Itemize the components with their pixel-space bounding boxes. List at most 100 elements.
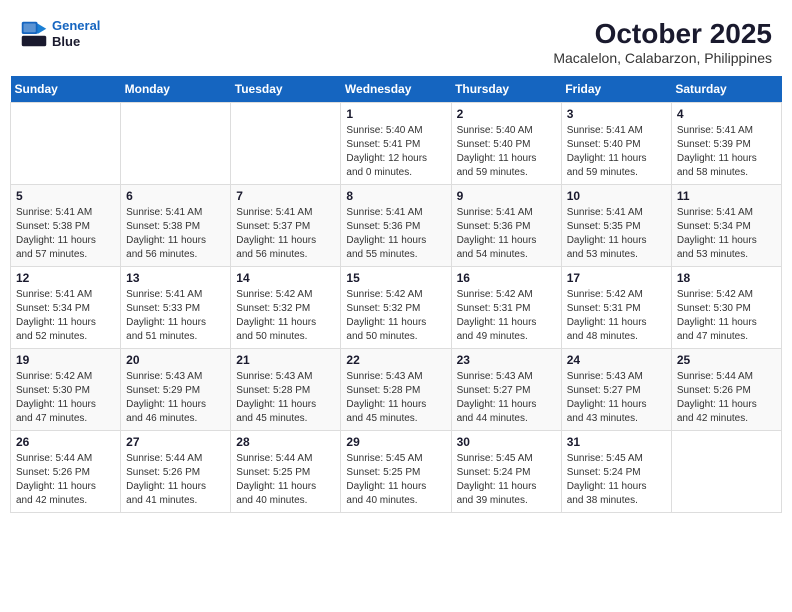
calendar-cell: 22Sunrise: 5:43 AM Sunset: 5:28 PM Dayli… xyxy=(341,349,451,431)
week-row-2: 5 Sunrise: 5:41 AM Sunset: 5:38 PM Daylig… xyxy=(11,185,782,267)
calendar-cell xyxy=(671,431,781,513)
day-number: 28 xyxy=(236,435,335,449)
day-number: 25 xyxy=(677,353,776,367)
day-info: Sunrise: 5:42 AM Sunset: 5:30 PM Dayligh… xyxy=(16,370,115,426)
calendar-cell: 10 Sunrise: 5:41 AM Sunset: 5:35 PM Dayli… xyxy=(561,185,671,267)
title-area: October 2025 Macalelon, Calabarzon, Phil… xyxy=(553,18,772,66)
day-info: Sunrise: 5:45 AM Sunset: 5:24 PM Dayligh… xyxy=(567,452,666,508)
weekday-sunday: Sunday xyxy=(11,76,121,103)
day-number: 1 xyxy=(346,107,445,121)
day-number: 19 xyxy=(16,353,115,367)
day-info: Sunrise: 5:44 AM Sunset: 5:25 PM Dayligh… xyxy=(236,452,335,508)
calendar-cell: 12Sunrise: 5:41 AM Sunset: 5:34 PM Dayli… xyxy=(11,267,121,349)
calendar-cell: 8 Sunrise: 5:41 AM Sunset: 5:36 PM Daylig… xyxy=(341,185,451,267)
day-info: Sunrise: 5:41 AM Sunset: 5:38 PM Dayligh… xyxy=(126,206,225,262)
calendar-cell: 16 Sunrise: 5:42 AM Sunset: 5:31 PM Dayli… xyxy=(451,267,561,349)
day-info: Sunrise: 5:42 AM Sunset: 5:32 PM Dayligh… xyxy=(346,288,445,344)
logo-text: General Blue xyxy=(52,18,100,49)
calendar-cell: 31 Sunrise: 5:45 AM Sunset: 5:24 PM Dayli… xyxy=(561,431,671,513)
calendar-cell: 29Sunrise: 5:45 AM Sunset: 5:25 PM Dayli… xyxy=(341,431,451,513)
day-info: Sunrise: 5:43 AM Sunset: 5:29 PM Dayligh… xyxy=(126,370,225,426)
day-info: Sunrise: 5:41 AM Sunset: 5:37 PM Dayligh… xyxy=(236,206,335,262)
calendar-cell: 24Sunrise: 5:43 AM Sunset: 5:27 PM Dayli… xyxy=(561,349,671,431)
day-info: Sunrise: 5:41 AM Sunset: 5:39 PM Dayligh… xyxy=(677,124,776,180)
week-row-1: 1 Sunrise: 5:40 AM Sunset: 5:41 PM Daylig… xyxy=(11,103,782,185)
calendar-cell: 5 Sunrise: 5:41 AM Sunset: 5:38 PM Daylig… xyxy=(11,185,121,267)
calendar-cell: 1 Sunrise: 5:40 AM Sunset: 5:41 PM Daylig… xyxy=(341,103,451,185)
day-number: 15 xyxy=(346,271,445,285)
calendar-cell: 30 Sunrise: 5:45 AM Sunset: 5:24 PM Dayli… xyxy=(451,431,561,513)
calendar-cell: 11 Sunrise: 5:41 AM Sunset: 5:34 PM Dayli… xyxy=(671,185,781,267)
day-info: Sunrise: 5:40 AM Sunset: 5:41 PM Dayligh… xyxy=(346,124,445,180)
day-info: Sunrise: 5:44 AM Sunset: 5:26 PM Dayligh… xyxy=(16,452,115,508)
day-info: Sunrise: 5:43 AM Sunset: 5:27 PM Dayligh… xyxy=(567,370,666,426)
week-row-4: 19 Sunrise: 5:42 AM Sunset: 5:30 PM Dayli… xyxy=(11,349,782,431)
calendar-cell: 26 Sunrise: 5:44 AM Sunset: 5:26 PM Dayli… xyxy=(11,431,121,513)
day-info: Sunrise: 5:41 AM Sunset: 5:34 PM Dayligh… xyxy=(677,206,776,262)
day-number: 26 xyxy=(16,435,115,449)
day-number: 18 xyxy=(677,271,776,285)
day-number: 3 xyxy=(567,107,666,121)
month-title: October 2025 xyxy=(553,18,772,50)
day-info: Sunrise: 5:42 AM Sunset: 5:31 PM Dayligh… xyxy=(457,288,556,344)
calendar-cell: 15 Sunrise: 5:42 AM Sunset: 5:32 PM Dayli… xyxy=(341,267,451,349)
day-number: 22 xyxy=(346,353,445,367)
calendar-cell: 4Sunrise: 5:41 AM Sunset: 5:39 PM Daylig… xyxy=(671,103,781,185)
day-number: 31 xyxy=(567,435,666,449)
day-info: Sunrise: 5:41 AM Sunset: 5:35 PM Dayligh… xyxy=(567,206,666,262)
weekday-monday: Monday xyxy=(121,76,231,103)
day-info: Sunrise: 5:45 AM Sunset: 5:25 PM Dayligh… xyxy=(346,452,445,508)
day-number: 27 xyxy=(126,435,225,449)
day-number: 11 xyxy=(677,189,776,203)
day-info: Sunrise: 5:43 AM Sunset: 5:28 PM Dayligh… xyxy=(236,370,335,426)
day-number: 20 xyxy=(126,353,225,367)
day-number: 30 xyxy=(457,435,556,449)
weekday-tuesday: Tuesday xyxy=(231,76,341,103)
calendar-cell: 25Sunrise: 5:44 AM Sunset: 5:26 PM Dayli… xyxy=(671,349,781,431)
day-number: 7 xyxy=(236,189,335,203)
calendar-cell: 18Sunrise: 5:42 AM Sunset: 5:30 PM Dayli… xyxy=(671,267,781,349)
calendar-cell: 3 Sunrise: 5:41 AM Sunset: 5:40 PM Daylig… xyxy=(561,103,671,185)
day-info: Sunrise: 5:41 AM Sunset: 5:38 PM Dayligh… xyxy=(16,206,115,262)
calendar: SundayMondayTuesdayWednesdayThursdayFrid… xyxy=(10,76,782,513)
day-info: Sunrise: 5:45 AM Sunset: 5:24 PM Dayligh… xyxy=(457,452,556,508)
calendar-cell: 21 Sunrise: 5:43 AM Sunset: 5:28 PM Dayli… xyxy=(231,349,341,431)
calendar-cell xyxy=(11,103,121,185)
weekday-friday: Friday xyxy=(561,76,671,103)
logo: General Blue xyxy=(20,18,100,49)
calendar-cell: 14 Sunrise: 5:42 AM Sunset: 5:32 PM Dayli… xyxy=(231,267,341,349)
weekday-header: SundayMondayTuesdayWednesdayThursdayFrid… xyxy=(11,76,782,103)
calendar-cell xyxy=(121,103,231,185)
day-number: 5 xyxy=(16,189,115,203)
day-number: 21 xyxy=(236,353,335,367)
calendar-cell xyxy=(231,103,341,185)
calendar-cell: 17 Sunrise: 5:42 AM Sunset: 5:31 PM Dayli… xyxy=(561,267,671,349)
calendar-body: 1 Sunrise: 5:40 AM Sunset: 5:41 PM Daylig… xyxy=(11,103,782,513)
location: Macalelon, Calabarzon, Philippines xyxy=(553,50,772,66)
day-number: 12 xyxy=(16,271,115,285)
day-info: Sunrise: 5:42 AM Sunset: 5:31 PM Dayligh… xyxy=(567,288,666,344)
weekday-thursday: Thursday xyxy=(451,76,561,103)
logo-icon xyxy=(20,20,48,48)
day-number: 13 xyxy=(126,271,225,285)
day-number: 8 xyxy=(346,189,445,203)
week-row-5: 26 Sunrise: 5:44 AM Sunset: 5:26 PM Dayli… xyxy=(11,431,782,513)
day-info: Sunrise: 5:41 AM Sunset: 5:40 PM Dayligh… xyxy=(567,124,666,180)
day-info: Sunrise: 5:42 AM Sunset: 5:32 PM Dayligh… xyxy=(236,288,335,344)
day-number: 16 xyxy=(457,271,556,285)
day-info: Sunrise: 5:41 AM Sunset: 5:36 PM Dayligh… xyxy=(346,206,445,262)
header: General Blue October 2025 Macalelon, Cal… xyxy=(10,10,782,70)
day-info: Sunrise: 5:40 AM Sunset: 5:40 PM Dayligh… xyxy=(457,124,556,180)
calendar-cell: 7 Sunrise: 5:41 AM Sunset: 5:37 PM Daylig… xyxy=(231,185,341,267)
calendar-cell: 28 Sunrise: 5:44 AM Sunset: 5:25 PM Dayli… xyxy=(231,431,341,513)
day-number: 6 xyxy=(126,189,225,203)
day-number: 10 xyxy=(567,189,666,203)
calendar-cell: 19 Sunrise: 5:42 AM Sunset: 5:30 PM Dayli… xyxy=(11,349,121,431)
weekday-wednesday: Wednesday xyxy=(341,76,451,103)
day-number: 14 xyxy=(236,271,335,285)
day-info: Sunrise: 5:41 AM Sunset: 5:36 PM Dayligh… xyxy=(457,206,556,262)
calendar-cell: 27Sunrise: 5:44 AM Sunset: 5:26 PM Dayli… xyxy=(121,431,231,513)
week-row-3: 12Sunrise: 5:41 AM Sunset: 5:34 PM Dayli… xyxy=(11,267,782,349)
day-number: 17 xyxy=(567,271,666,285)
weekday-saturday: Saturday xyxy=(671,76,781,103)
